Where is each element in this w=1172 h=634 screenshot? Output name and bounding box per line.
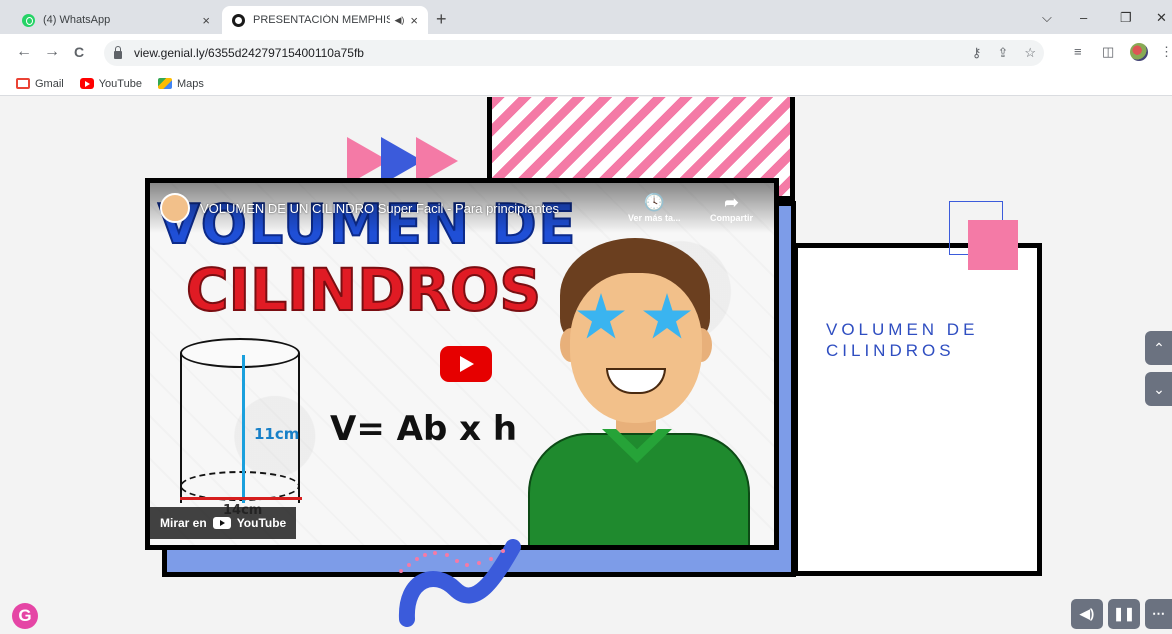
gmail-icon <box>16 78 30 89</box>
youtube-brand-label: YouTube <box>236 516 287 530</box>
previous-slide-button[interactable]: ⌃ <box>1145 331 1172 365</box>
bookmarks-bar: Gmail YouTube Maps <box>0 72 1172 96</box>
tab-search-icon[interactable]: ⌵ <box>1042 10 1052 26</box>
bookmark-label: YouTube <box>98 77 142 90</box>
genially-favicon-icon <box>232 13 245 27</box>
close-window-button[interactable]: ✕ <box>1156 10 1167 26</box>
genially-logo[interactable]: G <box>12 603 38 629</box>
channel-avatar[interactable] <box>160 193 190 223</box>
cylinder-top <box>180 338 300 368</box>
key-icon[interactable]: ⚷ <box>972 45 982 61</box>
profile-avatar[interactable] <box>1130 43 1148 61</box>
url-text[interactable]: view.genial.ly/6355d24279715400110a75fb <box>134 46 364 60</box>
cylinder-height-line <box>242 355 245 503</box>
more-options-button[interactable]: ⋯ <box>1145 599 1172 629</box>
pink-square-decoration <box>968 220 1018 270</box>
youtube-play-button[interactable] <box>440 346 492 382</box>
minimize-button[interactable]: – <box>1080 10 1087 25</box>
restore-button[interactable]: ❐ <box>1120 10 1132 26</box>
tab-audio-icon[interactable]: ◀) <box>394 15 404 26</box>
tab-close-icon[interactable]: × <box>202 13 210 28</box>
share-icon[interactable]: ⇪ <box>997 45 1008 61</box>
character-face <box>570 273 702 423</box>
tab-whatsapp[interactable]: (4) WhatsApp × <box>12 6 220 34</box>
watch-later-label: Ver más ta... <box>628 213 681 223</box>
lock-icon[interactable] <box>114 45 122 59</box>
clock-icon: 🕓 <box>643 193 665 212</box>
watch-later-button[interactable]: 🕓 Ver más ta... <box>628 193 681 223</box>
new-tab-button[interactable]: + <box>436 10 447 28</box>
youtube-embed[interactable]: VOLUMEN DE CILINDROS 11cm 14cm V= Ab x h… <box>145 178 779 550</box>
media-control-icon[interactable]: ≡ <box>1074 44 1082 59</box>
presentation-stage: VOLUMEN DE CILINDROS VOLUMEN DE CILINDRO… <box>0 97 1172 634</box>
tab-strip: (4) WhatsApp × PRESENTACIÓN MEMPHIS ◀) ×… <box>0 0 1172 34</box>
video-title[interactable]: VOLUMEN DE UN CILINDRO Super Facil - Par… <box>200 201 559 216</box>
thumbnail-subheading: CILINDROS <box>185 256 542 324</box>
watch-on-youtube-button[interactable]: Mirar en YouTube <box>150 507 297 539</box>
audio-toggle-button[interactable]: ◀) <box>1071 599 1103 629</box>
watch-on-label: Mirar en <box>160 516 207 530</box>
bookmark-gmail[interactable]: Gmail <box>16 78 64 90</box>
tab-close-icon[interactable]: × <box>410 13 418 28</box>
back-button[interactable]: ← <box>16 43 32 61</box>
share-label: Compartir <box>710 213 754 223</box>
reload-button[interactable]: C <box>74 43 84 61</box>
maps-icon <box>157 78 172 89</box>
next-slide-button[interactable]: ⌄ <box>1145 372 1172 406</box>
volume-formula: V= Ab x h <box>330 409 518 449</box>
bookmark-star-icon[interactable]: ☆ <box>1024 45 1036 61</box>
bookmark-label: Maps <box>176 77 204 90</box>
bookmark-youtube[interactable]: YouTube <box>79 77 142 90</box>
youtube-logo-icon <box>212 517 231 529</box>
browser-menu-icon[interactable]: ⋮ <box>1160 44 1172 60</box>
forward-button[interactable]: → <box>44 43 60 61</box>
side-panel-icon[interactable]: ◫ <box>1102 44 1114 60</box>
height-label: 11cm <box>254 425 300 443</box>
bookmark-maps[interactable]: Maps <box>157 77 204 90</box>
tab-title: (4) WhatsApp <box>43 14 111 26</box>
bookmark-label: Gmail <box>35 77 64 90</box>
whatsapp-icon <box>22 13 35 27</box>
youtube-icon <box>79 78 94 89</box>
share-video-button[interactable]: ➦ Compartir <box>710 193 753 223</box>
squiggle-decoration <box>398 539 521 627</box>
cylinder-radius-line <box>180 497 302 500</box>
browser-toolbar: ← → C view.genial.ly/6355d24279715400110… <box>0 34 1172 72</box>
pause-button[interactable]: ❚❚ <box>1108 599 1140 629</box>
address-bar[interactable]: view.genial.ly/6355d24279715400110a75fb … <box>104 40 1044 66</box>
slide-title: VOLUMEN DE CILINDROS <box>826 320 979 360</box>
title-panel <box>793 243 1042 576</box>
tab-title: PRESENTACIÓN MEMPHIS <box>253 14 391 26</box>
tab-presentacion[interactable]: PRESENTACIÓN MEMPHIS ◀) × <box>222 6 428 34</box>
share-arrow-icon: ➦ <box>724 193 739 212</box>
